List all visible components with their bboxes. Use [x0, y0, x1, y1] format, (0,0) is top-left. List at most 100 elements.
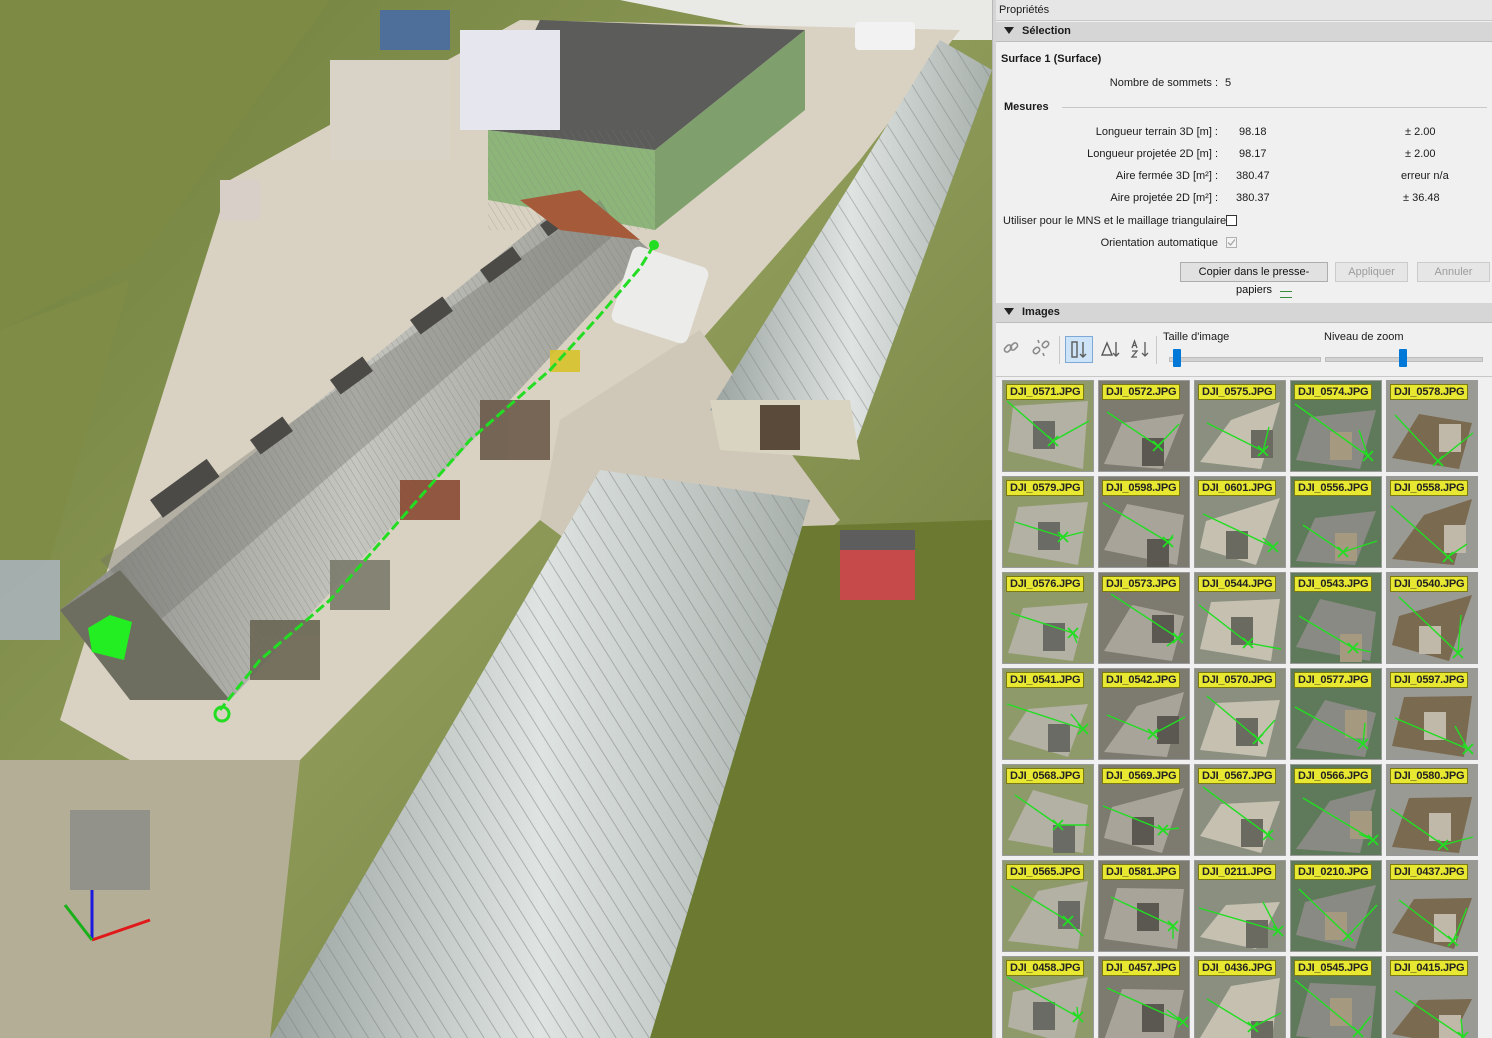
- thumbnail-label: DJI_0544.JPG: [1198, 576, 1277, 592]
- image-thumbnail[interactable]: DJI_0572.JPG: [1098, 380, 1190, 472]
- image-thumbnail[interactable]: DJI_0567.JPG: [1194, 764, 1286, 856]
- image-thumbnail[interactable]: DJI_0437.JPG: [1386, 860, 1478, 952]
- image-thumbnail[interactable]: DJI_0580.JPG: [1386, 764, 1478, 856]
- point-cloud-scene[interactable]: [0, 0, 992, 1038]
- image-size-label: Taille d'image: [1163, 331, 1230, 343]
- image-size-slider-thumb[interactable]: [1172, 349, 1181, 367]
- image-thumbnail[interactable]: DJI_0544.JPG: [1194, 572, 1286, 664]
- thumbnail-label: DJI_0541.JPG: [1006, 672, 1085, 688]
- image-thumbnail[interactable]: DJI_0566.JPG: [1290, 764, 1382, 856]
- measure-label: Aire fermée 3D [m²] :: [1115, 170, 1218, 182]
- image-thumbnail[interactable]: DJI_0570.JPG: [1194, 668, 1286, 760]
- image-thumbnail[interactable]: DJI_0541.JPG: [1002, 668, 1094, 760]
- image-thumbnail[interactable]: DJI_0211.JPG: [1194, 860, 1286, 952]
- measure-label: Longueur projetée 2D [m] :: [1087, 148, 1218, 160]
- section-images-header[interactable]: Images: [996, 303, 1492, 323]
- vertices-value: 5: [1225, 77, 1232, 89]
- resize-grip-icon[interactable]: [1280, 291, 1292, 298]
- 3d-view[interactable]: [0, 0, 992, 1038]
- image-thumbnail[interactable]: DJI_0415.JPG: [1386, 956, 1478, 1038]
- sort-triangle-icon[interactable]: [1098, 337, 1122, 361]
- section-selection-title: Sélection: [1022, 25, 1071, 37]
- measure-value: 380.37: [1236, 192, 1270, 204]
- apply-button[interactable]: Appliquer: [1335, 262, 1408, 282]
- image-thumbnail[interactable]: DJI_0569.JPG: [1098, 764, 1190, 856]
- toolbar-separator: [1059, 336, 1060, 364]
- thumbnail-label: DJI_0572.JPG: [1102, 384, 1181, 400]
- thumbnail-label: DJI_0566.JPG: [1294, 768, 1373, 784]
- thumbnail-label: DJI_0540.JPG: [1390, 576, 1469, 592]
- auto-orientation-checkbox[interactable]: [1226, 237, 1237, 248]
- image-thumbnail[interactable]: DJI_0573.JPG: [1098, 572, 1190, 664]
- thumbnail-label: DJI_0570.JPG: [1198, 672, 1277, 688]
- image-thumbnail[interactable]: DJI_0601.JPG: [1194, 476, 1286, 568]
- thumbnail-label: DJI_0568.JPG: [1006, 768, 1085, 784]
- thumbnail-label: DJI_0573.JPG: [1102, 576, 1181, 592]
- thumbnail-label: DJI_0457.JPG: [1102, 960, 1181, 976]
- unlink-icon[interactable]: [1030, 337, 1054, 361]
- measure-value: 98.17: [1239, 148, 1267, 160]
- image-thumbnail[interactable]: DJI_0568.JPG: [1002, 764, 1094, 856]
- mesures-label: Mesures: [1004, 101, 1049, 113]
- measure-label: Longueur terrain 3D [m] :: [1095, 126, 1218, 138]
- image-thumbnail[interactable]: DJI_0457.JPG: [1098, 956, 1190, 1038]
- toolbar-bottom-divider: [996, 376, 1492, 377]
- zoom-level-slider-thumb[interactable]: [1399, 349, 1407, 367]
- image-size-slider-track[interactable]: [1169, 357, 1321, 362]
- sort-order-icon[interactable]: [1065, 336, 1093, 363]
- thumbnail-label: DJI_0415.JPG: [1390, 960, 1469, 976]
- thumbnail-label: DJI_0565.JPG: [1006, 864, 1085, 880]
- thumbnail-label: DJI_0437.JPG: [1390, 864, 1469, 880]
- measure-error: ± 2.00: [1405, 126, 1436, 138]
- collapse-triangle-icon[interactable]: [1004, 307, 1014, 315]
- measure-label: Aire projetée 2D [m²] :: [1110, 192, 1218, 204]
- image-thumbnail[interactable]: DJI_0543.JPG: [1290, 572, 1382, 664]
- thumbnail-label: DJI_0576.JPG: [1006, 576, 1085, 592]
- vertices-label: Nombre de sommets :: [1109, 77, 1218, 89]
- cancel-button[interactable]: Annuler: [1417, 262, 1490, 282]
- image-thumbnail[interactable]: DJI_0210.JPG: [1290, 860, 1382, 952]
- image-thumbnail[interactable]: DJI_0565.JPG: [1002, 860, 1094, 952]
- image-thumbnail[interactable]: DJI_0571.JPG: [1002, 380, 1094, 472]
- thumbnail-label: DJI_0574.JPG: [1294, 384, 1373, 400]
- section-images-title: Images: [1022, 306, 1060, 318]
- collapse-triangle-icon[interactable]: [1004, 26, 1014, 34]
- image-thumbnail[interactable]: DJI_0577.JPG: [1290, 668, 1382, 760]
- thumbnail-label: DJI_0580.JPG: [1390, 768, 1469, 784]
- image-thumbnail[interactable]: DJI_0558.JPG: [1386, 476, 1478, 568]
- image-thumbnail[interactable]: DJI_0545.JPG: [1290, 956, 1382, 1038]
- thumbnail-label: DJI_0575.JPG: [1198, 384, 1277, 400]
- image-thumbnail[interactable]: DJI_0556.JPG: [1290, 476, 1382, 568]
- mesures-divider: [1062, 107, 1487, 108]
- image-thumbnail[interactable]: DJI_0575.JPG: [1194, 380, 1286, 472]
- thumbnail-label: DJI_0571.JPG: [1006, 384, 1085, 400]
- measure-value: 98.18: [1239, 126, 1267, 138]
- thumbnail-label: DJI_0545.JPG: [1294, 960, 1373, 976]
- thumbnail-label: DJI_0598.JPG: [1102, 480, 1181, 496]
- image-thumbnail[interactable]: DJI_0540.JPG: [1386, 572, 1478, 664]
- image-thumbnail[interactable]: DJI_0576.JPG: [1002, 572, 1094, 664]
- thumbnail-label: DJI_0567.JPG: [1198, 768, 1277, 784]
- thumbnail-label: DJI_0458.JPG: [1006, 960, 1085, 976]
- section-selection-header[interactable]: Sélection: [996, 22, 1492, 42]
- copy-clipboard-button[interactable]: Copier dans le presse-papiers: [1180, 262, 1328, 296]
- image-thumbnail[interactable]: DJI_0436.JPG: [1194, 956, 1286, 1038]
- measure-error: ± 36.48: [1403, 192, 1440, 204]
- sort-az-icon[interactable]: [1128, 337, 1152, 361]
- image-thumbnail[interactable]: DJI_0574.JPG: [1290, 380, 1382, 472]
- thumbnail-label: DJI_0569.JPG: [1102, 768, 1181, 784]
- toolbar-separator: [1156, 336, 1157, 364]
- link-icon[interactable]: [1000, 337, 1024, 361]
- use-mns-checkbox[interactable]: [1226, 215, 1237, 226]
- image-thumbnail[interactable]: DJI_0458.JPG: [1002, 956, 1094, 1038]
- thumbnail-label: DJI_0556.JPG: [1294, 480, 1373, 496]
- image-thumbnail[interactable]: DJI_0598.JPG: [1098, 476, 1190, 568]
- thumbnail-label: DJI_0542.JPG: [1102, 672, 1181, 688]
- image-thumbnail[interactable]: DJI_0579.JPG: [1002, 476, 1094, 568]
- image-thumbnail-grid[interactable]: DJI_0571.JPG DJI_0572.JPG DJI_0575.JPG DJI_…: [1002, 380, 1492, 1038]
- image-thumbnail[interactable]: DJI_0578.JPG: [1386, 380, 1478, 472]
- image-thumbnail[interactable]: DJI_0581.JPG: [1098, 860, 1190, 952]
- image-thumbnail[interactable]: DJI_0597.JPG: [1386, 668, 1478, 760]
- measure-value: 380.47: [1236, 170, 1270, 182]
- image-thumbnail[interactable]: DJI_0542.JPG: [1098, 668, 1190, 760]
